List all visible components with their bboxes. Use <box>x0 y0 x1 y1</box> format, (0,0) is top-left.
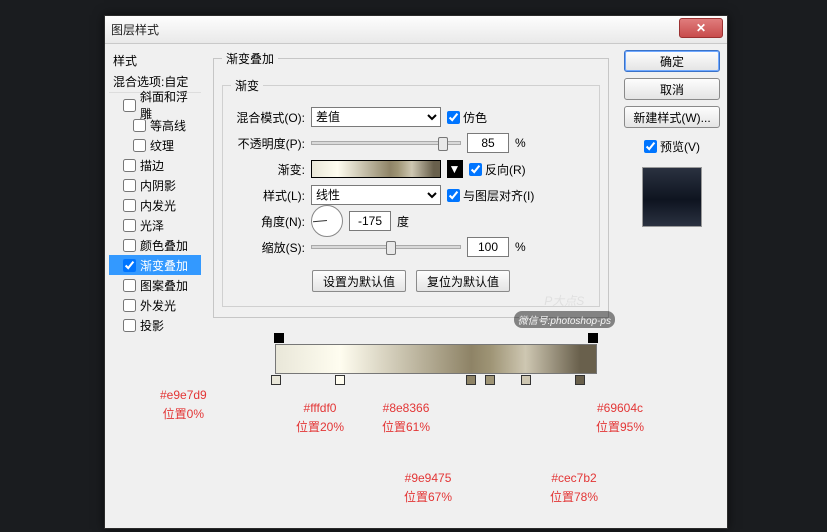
opacity-stop[interactable] <box>588 333 598 343</box>
style-label: 颜色叠加 <box>140 237 188 254</box>
align-checkbox[interactable]: 与图层对齐(I) <box>447 187 534 204</box>
angle-input[interactable]: -175 <box>349 211 391 231</box>
new-style-button[interactable]: 新建样式(W)... <box>624 106 720 128</box>
gradient-label: 渐变: <box>231 161 305 178</box>
style-label: 图案叠加 <box>140 277 188 294</box>
style-item-5[interactable]: 内发光 <box>109 195 201 215</box>
blend-mode-select[interactable]: 差值 <box>311 107 441 127</box>
style-label: 渐变叠加 <box>140 257 188 274</box>
style-checkbox[interactable] <box>123 99 136 112</box>
style-label: 描边 <box>140 157 164 174</box>
opacity-slider[interactable] <box>311 141 461 145</box>
style-item-7[interactable]: 颜色叠加 <box>109 235 201 255</box>
preview-thumbnail <box>642 167 702 227</box>
style-checkbox[interactable] <box>123 319 136 332</box>
reset-default-button[interactable]: 复位为默认值 <box>416 270 510 292</box>
style-checkbox[interactable] <box>123 219 136 232</box>
style-item-3[interactable]: 描边 <box>109 155 201 175</box>
style-item-6[interactable]: 光泽 <box>109 215 201 235</box>
action-panel: 确定 取消 新建样式(W)... 预览(V) <box>617 44 727 528</box>
style-checkbox[interactable] <box>123 179 136 192</box>
scale-label: 缩放(S): <box>231 239 305 256</box>
style-label: 样式(L): <box>231 187 305 204</box>
gradient-dropdown-arrow[interactable]: ▼ <box>447 160 463 178</box>
subsection-title: 渐变 <box>231 77 263 94</box>
settings-panel: 渐变叠加 渐变 混合模式(O): 差值 仿色 不透明度(P): 85 % <box>205 44 617 528</box>
style-checkbox[interactable] <box>123 239 136 252</box>
color-stop-5[interactable] <box>575 375 585 385</box>
color-stop-4[interactable] <box>521 375 531 385</box>
close-icon: ✕ <box>696 21 706 35</box>
percent-label-2: % <box>515 240 526 254</box>
close-button[interactable]: ✕ <box>679 18 723 38</box>
color-stop-2[interactable] <box>466 375 476 385</box>
gradient-fieldset: 渐变 混合模式(O): 差值 仿色 不透明度(P): 85 % 渐变: <box>222 77 600 307</box>
style-item-11[interactable]: 投影 <box>109 315 201 335</box>
style-item-4[interactable]: 内阴影 <box>109 175 201 195</box>
styles-sidebar: 样式 混合选项:自定 斜面和浮雕等高线纹理描边内阴影内发光光泽颜色叠加渐变叠加图… <box>105 44 205 528</box>
section-title: 渐变叠加 <box>222 50 278 67</box>
opacity-stop[interactable] <box>274 333 284 343</box>
reverse-checkbox[interactable]: 反向(R) <box>469 161 526 178</box>
opacity-input[interactable]: 85 <box>467 133 509 153</box>
style-label: 内发光 <box>140 197 176 214</box>
scale-input[interactable]: 100 <box>467 237 509 257</box>
gradient-overlay-fieldset: 渐变叠加 渐变 混合模式(O): 差值 仿色 不透明度(P): 85 % <box>213 50 609 318</box>
style-checkbox[interactable] <box>123 159 136 172</box>
gradient-picker[interactable] <box>311 160 441 178</box>
opacity-label: 不透明度(P): <box>231 135 305 152</box>
style-label: 外发光 <box>140 297 176 314</box>
color-stop-1[interactable] <box>335 375 345 385</box>
style-item-0[interactable]: 斜面和浮雕 <box>109 95 201 115</box>
cancel-button[interactable]: 取消 <box>624 78 720 100</box>
style-checkbox[interactable] <box>123 299 136 312</box>
style-item-10[interactable]: 外发光 <box>109 295 201 315</box>
style-label: 纹理 <box>150 137 174 154</box>
dither-checkbox[interactable]: 仿色 <box>447 109 487 126</box>
style-label: 等高线 <box>150 117 186 134</box>
style-checkbox[interactable] <box>123 279 136 292</box>
preview-checkbox[interactable]: 预览(V) <box>644 138 700 155</box>
angle-dial[interactable] <box>311 205 343 237</box>
style-label: 光泽 <box>140 217 164 234</box>
style-label: 投影 <box>140 317 164 334</box>
style-label: 内阴影 <box>140 177 176 194</box>
blend-mode-label: 混合模式(O): <box>231 109 305 126</box>
style-select[interactable]: 线性 <box>311 185 441 205</box>
window-title: 图层样式 <box>111 21 159 38</box>
style-item-8[interactable]: 渐变叠加 <box>109 255 201 275</box>
style-item-2[interactable]: 纹理 <box>109 135 201 155</box>
gradient-editor <box>275 344 597 374</box>
layer-style-dialog: 图层样式 ✕ 样式 混合选项:自定 斜面和浮雕等高线纹理描边内阴影内发光光泽颜色… <box>104 15 728 529</box>
ok-button[interactable]: 确定 <box>624 50 720 72</box>
degree-label: 度 <box>397 213 409 230</box>
gradient-bar[interactable] <box>275 344 597 374</box>
style-checkbox[interactable] <box>123 259 136 272</box>
style-checkbox[interactable] <box>133 119 146 132</box>
angle-label: 角度(N): <box>231 213 305 230</box>
scale-slider[interactable] <box>311 245 461 249</box>
titlebar[interactable]: 图层样式 ✕ <box>105 16 727 44</box>
color-stop-3[interactable] <box>485 375 495 385</box>
style-checkbox[interactable] <box>133 139 146 152</box>
style-checkbox[interactable] <box>123 199 136 212</box>
sidebar-header: 样式 <box>109 50 201 71</box>
set-default-button[interactable]: 设置为默认值 <box>312 270 406 292</box>
style-item-9[interactable]: 图案叠加 <box>109 275 201 295</box>
percent-label: % <box>515 136 526 150</box>
color-stop-0[interactable] <box>271 375 281 385</box>
